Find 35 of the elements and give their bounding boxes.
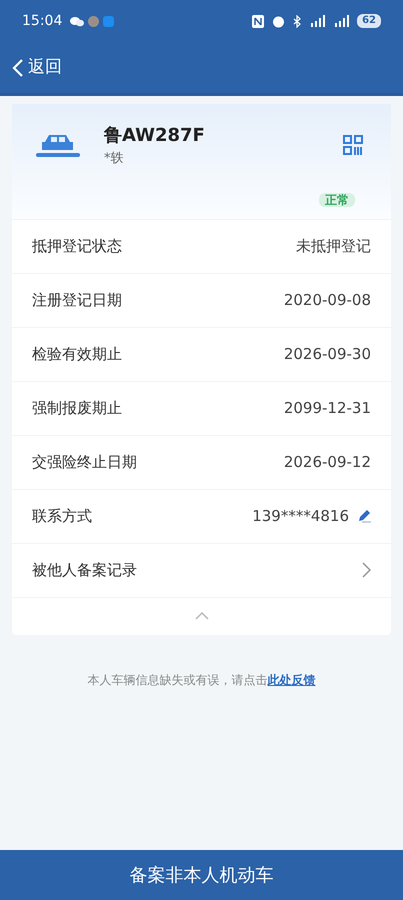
car-icon <box>36 132 80 158</box>
row-value: 2099-12-31 <box>284 398 371 419</box>
status-tag: 正常 <box>319 192 355 206</box>
feedback-text: 本人车辆信息缺失或有误，请点击此处反馈 <box>86 672 316 688</box>
info-row[interactable]: 被他人备案记录 <box>12 542 391 596</box>
nfc-icon <box>252 14 264 28</box>
owner-name: *轶 <box>104 150 124 168</box>
row-label: 被他人备案记录 <box>32 560 137 581</box>
edit-icon[interactable] <box>357 509 371 523</box>
row-label: 交强险终止日期 <box>32 452 137 473</box>
status-time: 15:04 <box>22 12 62 30</box>
row-label: 检验有效期止 <box>32 344 122 365</box>
plate-number: 鲁AW287F <box>104 124 206 148</box>
back-icon <box>12 58 24 78</box>
app-icon <box>103 16 114 26</box>
bluetooth-icon <box>293 14 302 28</box>
battery-indicator: 62 <box>357 14 381 28</box>
signal-icon <box>309 15 326 27</box>
row-value: 2026-09-30 <box>284 344 371 365</box>
register-button[interactable]: 备案非本人机动车 <box>0 850 403 900</box>
feedback-link[interactable]: 此处反馈 <box>268 672 316 686</box>
row-value: 2020-09-08 <box>284 290 371 311</box>
qr-code-icon[interactable] <box>343 135 363 156</box>
row-value: 未抵押登记 <box>296 236 371 257</box>
row-label: 联系方式 <box>32 506 92 527</box>
signal-icon <box>333 15 350 27</box>
row-label: 强制报废期止 <box>32 398 122 419</box>
row-value: 2026-09-12 <box>284 452 371 473</box>
row-value: 139****4816 <box>252 506 349 527</box>
app-icon <box>88 16 100 26</box>
chat-icon <box>70 16 84 26</box>
row-label: 注册登记日期 <box>32 290 122 311</box>
row-label: 抵押登记状态 <box>32 236 122 257</box>
chevron-right-icon <box>362 562 371 578</box>
back-button[interactable]: 返回 <box>12 54 62 80</box>
